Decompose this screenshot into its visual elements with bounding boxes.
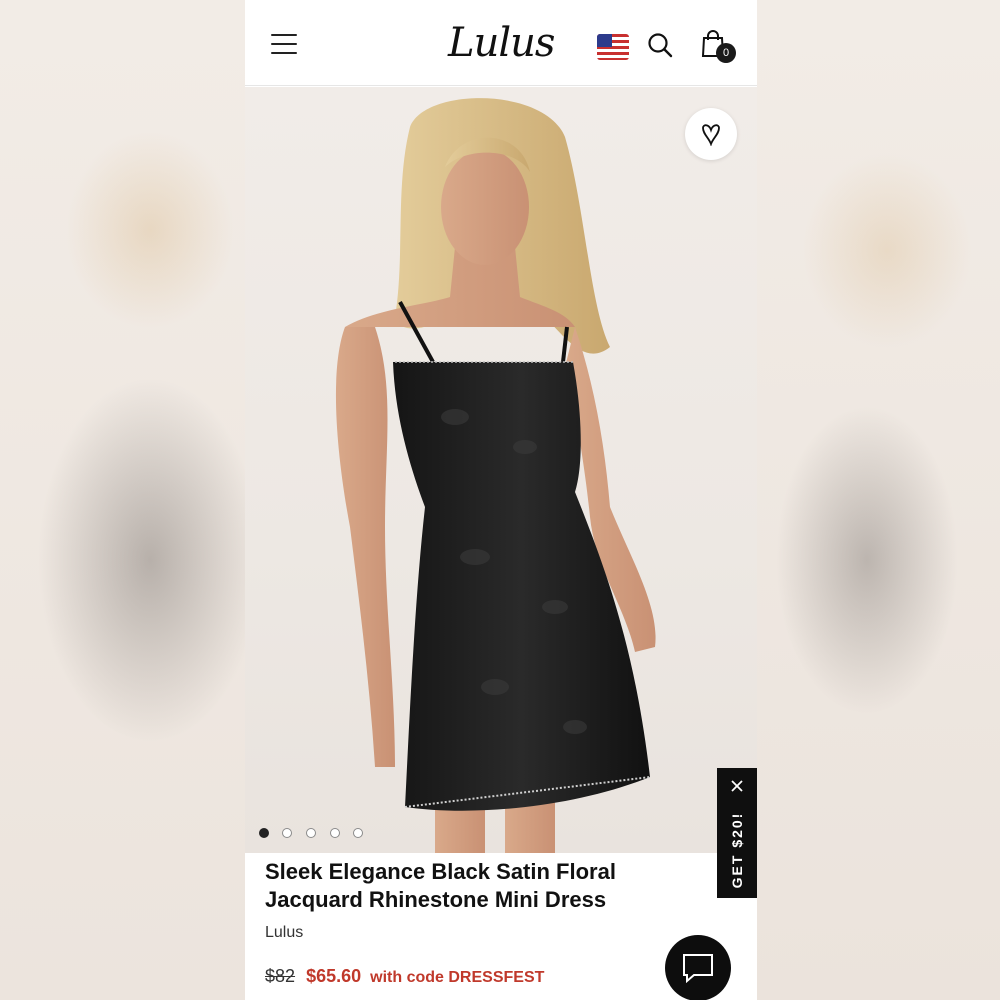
heart-icon: [702, 124, 720, 146]
gallery-dot[interactable]: [353, 828, 363, 838]
chat-button[interactable]: [665, 935, 731, 1000]
gallery-dot[interactable]: [282, 828, 292, 838]
sale-price: $65.60: [306, 966, 362, 986]
search-icon[interactable]: [647, 32, 673, 58]
background-blur-left: [0, 0, 245, 1000]
product-brand[interactable]: Lulus: [265, 924, 303, 942]
promo-tab[interactable]: GET $20!: [717, 768, 757, 898]
shopping-bag-button[interactable]: 0: [701, 30, 736, 64]
us-flag-icon[interactable]: [597, 34, 629, 60]
chat-icon: [683, 954, 713, 983]
product-image[interactable]: [245, 87, 757, 853]
close-icon[interactable]: [729, 778, 745, 794]
model-photo: [335, 98, 656, 853]
menu-icon[interactable]: [271, 34, 297, 54]
wishlist-button[interactable]: [685, 108, 737, 160]
promo-label: GET $20!: [729, 811, 745, 889]
promo-code-text: with code DRESSFEST: [370, 969, 545, 986]
gallery-dot[interactable]: [259, 828, 269, 838]
cart-count-badge: 0: [716, 43, 736, 63]
gallery-dot[interactable]: [330, 828, 340, 838]
site-header: Lulus 0: [245, 0, 757, 86]
brand-logo[interactable]: Lulus: [448, 18, 555, 68]
gallery-dot[interactable]: [306, 828, 316, 838]
background-blur-right: [757, 0, 1000, 1000]
price-row: $82 $65.60 with code DRESSFEST: [265, 966, 544, 987]
mobile-page: Lulus 0 GET $20! Sleek Elegance Black Sa…: [245, 0, 757, 1000]
original-price: $82: [265, 966, 296, 986]
product-title: Sleek Elegance Black Satin Floral Jacqua…: [265, 859, 616, 912]
